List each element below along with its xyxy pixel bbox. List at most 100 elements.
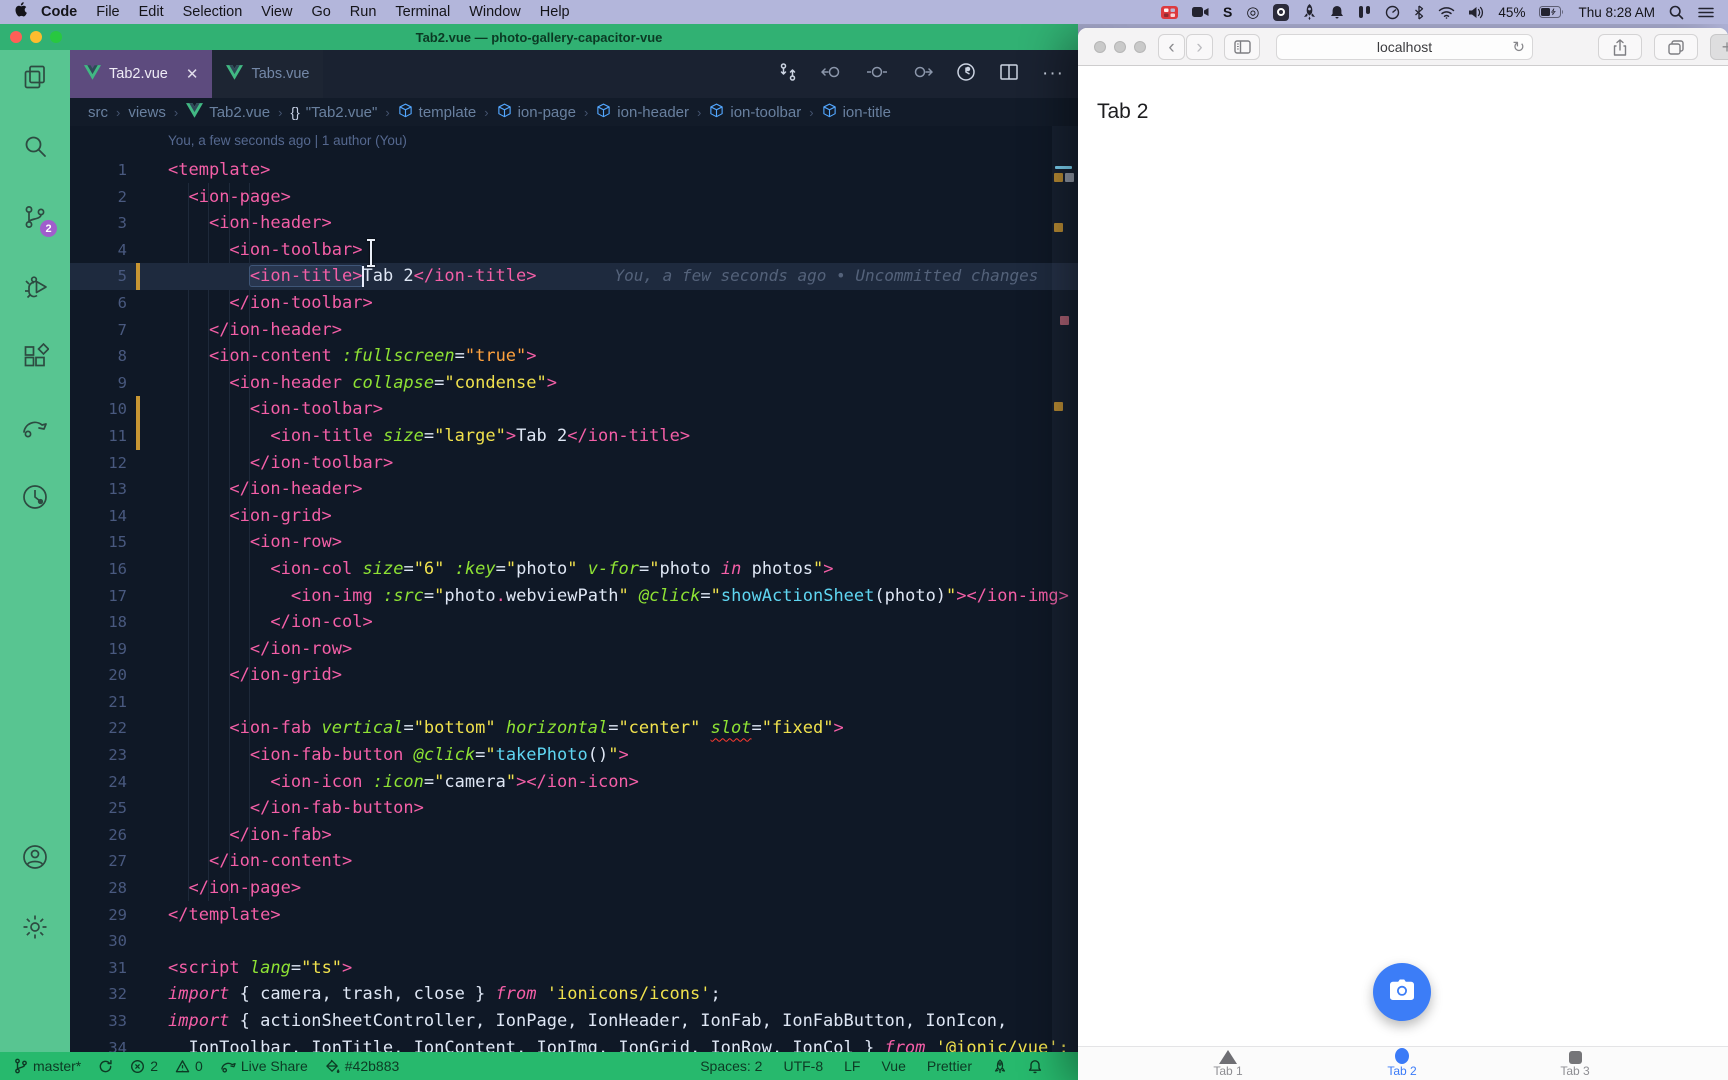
target-icon[interactable]: ◎ bbox=[1246, 4, 1259, 21]
sidebar-toggle-icon[interactable] bbox=[1224, 34, 1260, 60]
code-line-2[interactable]: 2 <ion-page> bbox=[70, 184, 1078, 211]
code-line-6[interactable]: 6 </ion-toolbar> bbox=[70, 290, 1078, 317]
code-line-15[interactable]: 15 <ion-row> bbox=[70, 529, 1078, 556]
editor-tab-tab2.vue[interactable]: Tab2.vue✕ bbox=[70, 50, 212, 98]
status-item-bell[interactable] bbox=[1028, 1059, 1042, 1074]
code-line-29[interactable]: 29</template> bbox=[70, 902, 1078, 929]
breadcrumb-item[interactable]: ion-header bbox=[596, 103, 689, 122]
breadcrumb-item[interactable]: Tab2.vue bbox=[186, 103, 270, 122]
bluetooth-icon[interactable] bbox=[1414, 4, 1424, 21]
close-tab-icon[interactable]: ✕ bbox=[186, 65, 199, 83]
safari-window-controls[interactable] bbox=[1094, 41, 1146, 53]
next-change-icon[interactable] bbox=[911, 62, 933, 87]
code-line-7[interactable]: 7 </ion-header> bbox=[70, 317, 1078, 344]
window-controls[interactable] bbox=[10, 24, 62, 50]
breadcrumb-item[interactable]: src bbox=[88, 104, 108, 121]
code-line-28[interactable]: 28 </ion-page> bbox=[70, 875, 1078, 902]
code-line-22[interactable]: 22 <ion-fab vertical="bottom" horizontal… bbox=[70, 715, 1078, 742]
breadcrumb-item[interactable]: template bbox=[398, 103, 477, 122]
code-line-16[interactable]: 16 <ion-col size="6" :key="photo" v-for=… bbox=[70, 556, 1078, 583]
screen-record-icon[interactable] bbox=[1273, 4, 1289, 21]
new-tab-button[interactable]: + bbox=[1710, 34, 1728, 60]
back-button[interactable]: ‹ bbox=[1158, 34, 1185, 60]
code-line-25[interactable]: 25 </ion-fab-button> bbox=[70, 795, 1078, 822]
menu-items[interactable]: CodeFileEditSelectionViewGoRunTerminalWi… bbox=[41, 4, 570, 20]
keynote-icon[interactable] bbox=[1161, 4, 1178, 21]
code-line-13[interactable]: 13 </ion-header> bbox=[70, 476, 1078, 503]
code-line-1[interactable]: 1<template> bbox=[70, 157, 1078, 184]
clock-icon[interactable] bbox=[1385, 4, 1400, 21]
status-item-live-share[interactable]: Live Share bbox=[220, 1058, 308, 1074]
code-line-17[interactable]: 17 <ion-img :src="photo.webviewPath" @cl… bbox=[70, 583, 1078, 610]
explorer-icon[interactable] bbox=[20, 62, 50, 92]
code-line-18[interactable]: 18 </ion-col> bbox=[70, 609, 1078, 636]
apple-menu[interactable] bbox=[14, 2, 29, 23]
breadcrumb-item[interactable]: ion-page bbox=[497, 103, 576, 122]
zoom-window-button[interactable] bbox=[50, 31, 62, 43]
app-tab-tab-1[interactable]: Tab 1 bbox=[1183, 1047, 1273, 1078]
code-line-10[interactable]: 10 <ion-toolbar> bbox=[70, 396, 1078, 423]
status-item-error[interactable]: 2 bbox=[130, 1058, 158, 1074]
code-line-32[interactable]: 32import { camera, trash, close } from '… bbox=[70, 981, 1078, 1008]
breadcrumbs[interactable]: src›views›Tab2.vue›{}"Tab2.vue"›template… bbox=[70, 98, 1078, 126]
code-line-19[interactable]: 19 </ion-row> bbox=[70, 636, 1078, 663]
status-item-prettier[interactable]: Prettier bbox=[927, 1058, 972, 1074]
code-line-23[interactable]: 23 <ion-fab-button @click="takePhoto()"> bbox=[70, 742, 1078, 769]
code-line-5[interactable]: 5 <ion-title>Tab 2</ion-title>You, a few… bbox=[70, 263, 1078, 290]
columns-icon[interactable] bbox=[1358, 4, 1371, 21]
menu-item-go[interactable]: Go bbox=[311, 4, 330, 20]
breadcrumb-item[interactable]: {}"Tab2.vue" bbox=[290, 104, 377, 121]
more-actions-icon[interactable]: ··· bbox=[1042, 63, 1064, 85]
wifi-icon[interactable] bbox=[1438, 4, 1455, 21]
minimize-window-button[interactable] bbox=[1114, 41, 1126, 53]
live-share-icon[interactable] bbox=[20, 412, 50, 442]
editor-tab-tabs.vue[interactable]: Tabs.vue bbox=[212, 50, 323, 98]
previous-change-icon[interactable] bbox=[821, 62, 843, 87]
search-icon[interactable] bbox=[20, 132, 50, 162]
app-tab-tab-3[interactable]: Tab 3 bbox=[1530, 1047, 1620, 1078]
menu-item-file[interactable]: File bbox=[96, 4, 119, 20]
code-line-21[interactable]: 21 bbox=[70, 689, 1078, 716]
menu-bar-clock[interactable]: Thu 8:28 AM bbox=[1578, 5, 1655, 20]
status-item-utf-8[interactable]: UTF-8 bbox=[783, 1058, 823, 1074]
video-camera-icon[interactable] bbox=[1192, 4, 1209, 21]
menu-item-run[interactable]: Run bbox=[350, 4, 377, 20]
menu-item-view[interactable]: View bbox=[261, 4, 292, 20]
close-window-button[interactable] bbox=[1094, 41, 1106, 53]
close-window-button[interactable] bbox=[10, 31, 22, 43]
split-editor-icon[interactable] bbox=[999, 62, 1019, 87]
breadcrumb-item[interactable]: ion-title bbox=[822, 103, 891, 122]
status-item-sync[interactable] bbox=[98, 1059, 113, 1074]
code-line-30[interactable]: 30 bbox=[70, 928, 1078, 955]
extensions-icon[interactable] bbox=[20, 342, 50, 372]
shush-icon[interactable]: S bbox=[1223, 4, 1232, 21]
code-line-24[interactable]: 24 <ion-icon :icon="camera"></ion-icon> bbox=[70, 769, 1078, 796]
menu-item-window[interactable]: Window bbox=[469, 4, 521, 20]
rocket-icon[interactable] bbox=[1303, 4, 1316, 21]
status-item-git-branch[interactable]: master* bbox=[14, 1058, 81, 1074]
code-line-34[interactable]: 34 IonToolbar, IonTitle, IonContent, Ion… bbox=[70, 1035, 1078, 1052]
source-control-icon[interactable]: 2 bbox=[20, 202, 50, 232]
code-line-27[interactable]: 27 </ion-content> bbox=[70, 848, 1078, 875]
forward-button[interactable]: › bbox=[1186, 34, 1213, 60]
code-editor[interactable]: You, a few seconds ago | 1 author (You) … bbox=[70, 126, 1078, 1052]
code-line-4[interactable]: 4 <ion-toolbar> bbox=[70, 237, 1078, 264]
overview-ruler[interactable] bbox=[1052, 126, 1078, 1052]
spotlight-search-icon[interactable] bbox=[1669, 4, 1684, 21]
codelens-annotation[interactable]: You, a few seconds ago | 1 author (You) bbox=[168, 133, 407, 148]
code-line-3[interactable]: 3 <ion-header> bbox=[70, 210, 1078, 237]
status-item-paint-bucket[interactable]: #42b883 bbox=[325, 1058, 400, 1074]
code-line-11[interactable]: 11 <ion-title size="large">Tab 2</ion-ti… bbox=[70, 423, 1078, 450]
menu-item-selection[interactable]: Selection bbox=[183, 4, 243, 20]
take-photo-fab-button[interactable] bbox=[1373, 963, 1431, 1021]
code-line-14[interactable]: 14 <ion-grid> bbox=[70, 503, 1078, 530]
status-item-spaces-2[interactable]: Spaces: 2 bbox=[700, 1058, 762, 1074]
status-item-rocket[interactable] bbox=[993, 1059, 1007, 1074]
app-tab-tab-2[interactable]: Tab 2 bbox=[1357, 1047, 1447, 1078]
status-item-warning[interactable]: 0 bbox=[175, 1058, 203, 1074]
tab-overview-icon[interactable] bbox=[1654, 34, 1698, 60]
reload-icon[interactable]: ↻ bbox=[1512, 38, 1525, 56]
code-line-8[interactable]: 8 <ion-content :fullscreen="true"> bbox=[70, 343, 1078, 370]
bell-icon[interactable] bbox=[1330, 4, 1344, 21]
code-line-9[interactable]: 9 <ion-header collapse="condense"> bbox=[70, 370, 1078, 397]
